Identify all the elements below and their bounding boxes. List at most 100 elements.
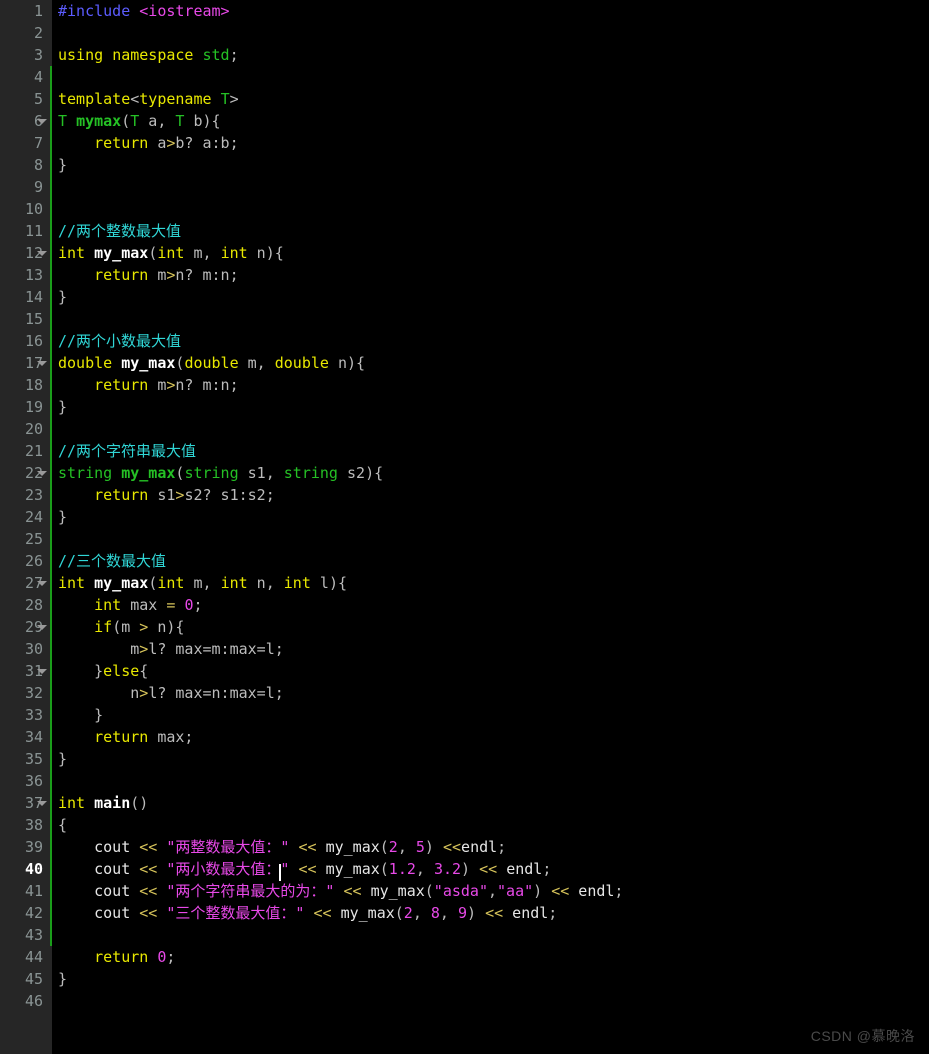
- line-number[interactable]: 3: [0, 44, 52, 66]
- line-number[interactable]: 5: [0, 88, 52, 110]
- code-line[interactable]: cout << "两个字符串最大的为：" << my_max("asda","a…: [58, 880, 929, 902]
- code-editor[interactable]: 1 2 3 4 5 6 7 8 9 10 11 12 13 14 15 16 17 18 19 20 21 22 23 24 2…: [0, 0, 929, 1054]
- code-line[interactable]: }: [58, 286, 929, 308]
- code-line[interactable]: return s1>s2? s1:s2;: [58, 484, 929, 506]
- code-line[interactable]: }: [58, 506, 929, 528]
- line-number[interactable]: 1: [0, 0, 52, 22]
- line-number[interactable]: 31: [0, 660, 52, 682]
- code-line[interactable]: return 0;: [58, 946, 929, 968]
- code-line[interactable]: return m>n? m:n;: [58, 264, 929, 286]
- line-number[interactable]: 24: [0, 506, 52, 528]
- line-number[interactable]: 27: [0, 572, 52, 594]
- code-line[interactable]: #include <iostream>: [58, 0, 929, 22]
- line-number[interactable]: 45: [0, 968, 52, 990]
- line-number[interactable]: 8: [0, 154, 52, 176]
- code-line[interactable]: }: [58, 154, 929, 176]
- line-number[interactable]: 34: [0, 726, 52, 748]
- line-number[interactable]: 16: [0, 330, 52, 352]
- line-number[interactable]: 23: [0, 484, 52, 506]
- code-line[interactable]: [58, 308, 929, 330]
- code-line[interactable]: }: [58, 968, 929, 990]
- line-number[interactable]: 33: [0, 704, 52, 726]
- line-number[interactable]: 20: [0, 418, 52, 440]
- line-number[interactable]: 40: [0, 858, 52, 880]
- code-line[interactable]: [58, 990, 929, 1012]
- line-number[interactable]: 28: [0, 594, 52, 616]
- line-number[interactable]: 37: [0, 792, 52, 814]
- line-number[interactable]: 13: [0, 264, 52, 286]
- line-number[interactable]: 46: [0, 990, 52, 1012]
- code-line[interactable]: return m>n? m:n;: [58, 374, 929, 396]
- code-line[interactable]: }: [58, 704, 929, 726]
- line-number[interactable]: 41: [0, 880, 52, 902]
- line-number[interactable]: 35: [0, 748, 52, 770]
- line-number[interactable]: 2: [0, 22, 52, 44]
- code-line[interactable]: {: [58, 814, 929, 836]
- code-line[interactable]: return a>b? a:b;: [58, 132, 929, 154]
- code-line[interactable]: //两个小数最大值: [58, 330, 929, 352]
- code-line[interactable]: int max = 0;: [58, 594, 929, 616]
- code-line-list[interactable]: #include <iostream> using namespace std;…: [58, 0, 929, 1012]
- code-line[interactable]: [58, 22, 929, 44]
- line-number[interactable]: 30: [0, 638, 52, 660]
- code-line[interactable]: m>l? max=m:max=l;: [58, 638, 929, 660]
- code-line[interactable]: cout << "两整数最大值：" << my_max(2, 5) <<endl…: [58, 836, 929, 858]
- line-number[interactable]: 6: [0, 110, 52, 132]
- code-line[interactable]: using namespace std;: [58, 44, 929, 66]
- line-number[interactable]: 21: [0, 440, 52, 462]
- line-number[interactable]: 26: [0, 550, 52, 572]
- line-number[interactable]: 10: [0, 198, 52, 220]
- code-line[interactable]: cout << "三个整数最大值：" << my_max(2, 8, 9) <<…: [58, 902, 929, 924]
- line-number[interactable]: 14: [0, 286, 52, 308]
- line-number[interactable]: 29: [0, 616, 52, 638]
- code-line[interactable]: }: [58, 396, 929, 418]
- code-line[interactable]: [58, 528, 929, 550]
- code-line[interactable]: [58, 66, 929, 88]
- code-line[interactable]: [58, 198, 929, 220]
- line-number[interactable]: 18: [0, 374, 52, 396]
- code-line[interactable]: }: [58, 748, 929, 770]
- code-line[interactable]: n>l? max=n:max=l;: [58, 682, 929, 704]
- line-number[interactable]: 4: [0, 66, 52, 88]
- line-number[interactable]: 17: [0, 352, 52, 374]
- line-number[interactable]: 12: [0, 242, 52, 264]
- code-line[interactable]: [58, 176, 929, 198]
- code-line[interactable]: T mymax(T a, T b){: [58, 110, 929, 132]
- line-number[interactable]: 9: [0, 176, 52, 198]
- code-line[interactable]: double my_max(double m, double n){: [58, 352, 929, 374]
- code-line[interactable]: cout << "两小数最大值：" << my_max(1.2, 3.2) <<…: [58, 858, 929, 881]
- line-number[interactable]: 44: [0, 946, 52, 968]
- code-line[interactable]: template<typename T>: [58, 88, 929, 110]
- code-token: #include: [58, 2, 131, 20]
- line-number[interactable]: 32: [0, 682, 52, 704]
- line-number[interactable]: 22: [0, 462, 52, 484]
- code-line[interactable]: [58, 418, 929, 440]
- code-line[interactable]: [58, 924, 929, 946]
- code-line[interactable]: }else{: [58, 660, 929, 682]
- line-number[interactable]: 39: [0, 836, 52, 858]
- code-line[interactable]: if(m > n){: [58, 616, 929, 638]
- line-number[interactable]: 36: [0, 770, 52, 792]
- code-content-area[interactable]: #include <iostream> using namespace std;…: [52, 0, 929, 1054]
- code-line[interactable]: int my_max(int m, int n){: [58, 242, 929, 264]
- line-number[interactable]: 15: [0, 308, 52, 330]
- code-line[interactable]: int main(): [58, 792, 929, 814]
- line-number[interactable]: 11: [0, 220, 52, 242]
- line-number[interactable]: 19: [0, 396, 52, 418]
- line-number[interactable]: 43: [0, 924, 52, 946]
- code-line[interactable]: //三个数最大值: [58, 550, 929, 572]
- line-number-gutter[interactable]: 1 2 3 4 5 6 7 8 9 10 11 12 13 14 15 16 17 18 19 20 21 22 23 24 2…: [0, 0, 53, 1054]
- code-line[interactable]: string my_max(string s1, string s2){: [58, 462, 929, 484]
- line-number[interactable]: 42: [0, 902, 52, 924]
- line-number[interactable]: 7: [0, 132, 52, 154]
- code-line[interactable]: //两个整数最大值: [58, 220, 929, 242]
- code-line[interactable]: int my_max(int m, int n, int l){: [58, 572, 929, 594]
- code-line[interactable]: [58, 770, 929, 792]
- line-number[interactable]: 25: [0, 528, 52, 550]
- code-line[interactable]: return max;: [58, 726, 929, 748]
- code-line[interactable]: //两个字符串最大值: [58, 440, 929, 462]
- line-number[interactable]: 38: [0, 814, 52, 836]
